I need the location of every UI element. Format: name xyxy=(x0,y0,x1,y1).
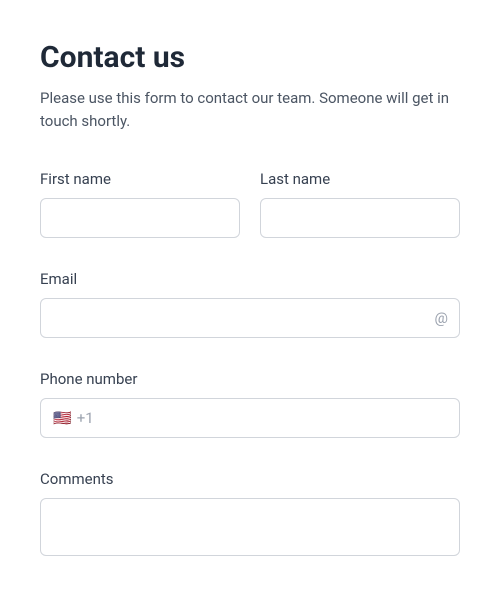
last-name-input[interactable] xyxy=(260,198,460,238)
comments-field: Comments xyxy=(40,470,460,556)
first-name-input[interactable] xyxy=(40,198,240,238)
phone-label: Phone number xyxy=(40,370,460,388)
name-row: First name Last name xyxy=(40,170,460,238)
comments-input[interactable] xyxy=(40,498,460,556)
first-name-label: First name xyxy=(40,170,240,188)
first-name-field: First name xyxy=(40,170,240,238)
page-title: Contact us xyxy=(40,40,460,75)
email-input[interactable] xyxy=(40,298,460,338)
comments-label: Comments xyxy=(40,470,460,488)
last-name-label: Last name xyxy=(260,170,460,188)
email-label: Email xyxy=(40,270,460,288)
dial-code: +1 xyxy=(77,409,94,427)
phone-input-wrapper[interactable]: 🇺🇸 +1 xyxy=(40,398,460,438)
email-input-wrapper: @ xyxy=(40,298,460,338)
page-subtitle: Please use this form to contact our team… xyxy=(40,87,460,134)
phone-field: Phone number 🇺🇸 +1 xyxy=(40,370,460,438)
email-field: Email @ xyxy=(40,270,460,338)
flag-icon[interactable]: 🇺🇸 xyxy=(53,409,71,427)
last-name-field: Last name xyxy=(260,170,460,238)
phone-input[interactable] xyxy=(94,409,447,426)
